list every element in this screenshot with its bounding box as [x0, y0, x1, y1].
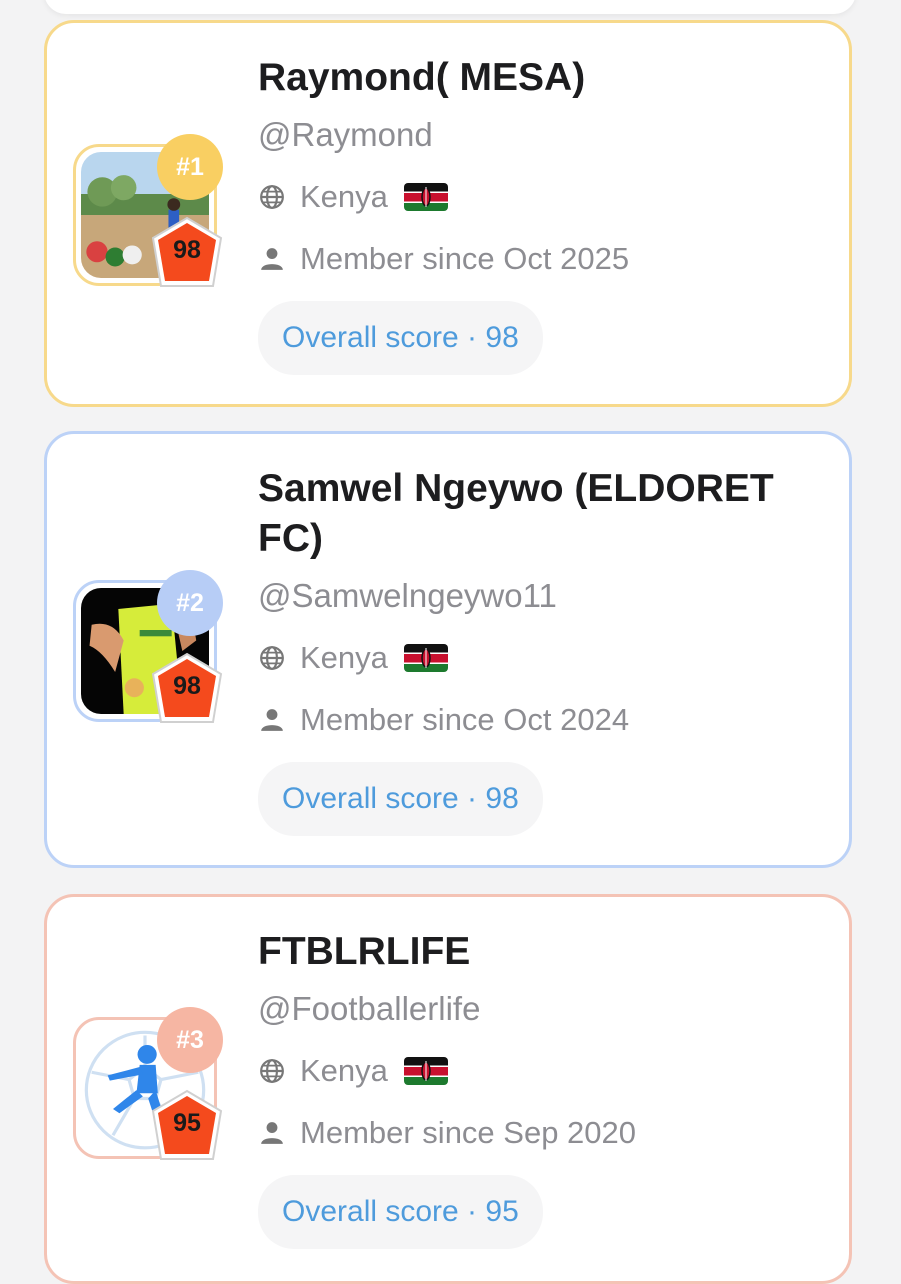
- country-label: Kenya: [300, 179, 388, 214]
- member-since: Member since Sep 2020: [300, 1115, 637, 1150]
- score-badge-value: 95: [173, 1109, 201, 1137]
- player-avatar-group[interactable]: #3 95: [73, 1007, 223, 1163]
- player-info: Samwel Ngeywo (ELDORET FC) @Samwelngeywo…: [258, 464, 829, 836]
- player-avatar-group[interactable]: #2 98: [73, 570, 223, 726]
- player-name[interactable]: Raymond( MESA): [258, 53, 829, 103]
- leaderboard-card-3[interactable]: #3 95 FTBLRLIFE @Footballerlife Kenya Me…: [44, 894, 852, 1284]
- overall-score-pill[interactable]: Overall score · 98: [258, 301, 543, 375]
- score-badge-value: 98: [173, 236, 201, 264]
- member-row: Member since Oct 2025: [258, 235, 829, 283]
- player-name[interactable]: FTBLRLIFE: [258, 927, 829, 977]
- member-since: Member since Oct 2025: [300, 241, 630, 276]
- member-row: Member since Sep 2020: [258, 1109, 829, 1157]
- player-info: Raymond( MESA) @Raymond Kenya Member sin…: [258, 53, 829, 375]
- player-avatar-group[interactable]: #1 98: [73, 134, 223, 290]
- globe-icon: [258, 183, 286, 211]
- person-icon: [258, 245, 286, 273]
- country-label: Kenya: [300, 640, 388, 675]
- rank-badge: #3: [157, 1007, 223, 1073]
- country-row: Kenya: [258, 1047, 829, 1095]
- player-handle[interactable]: @Samwelngeywo11: [258, 572, 829, 620]
- member-row: Member since Oct 2024: [258, 696, 829, 744]
- player-name[interactable]: Samwel Ngeywo (ELDORET FC): [258, 464, 829, 564]
- player-handle[interactable]: @Footballerlife: [258, 985, 829, 1033]
- player-handle[interactable]: @Raymond: [258, 111, 829, 159]
- country-row: Kenya: [258, 634, 829, 682]
- rank-badge: #2: [157, 570, 223, 636]
- globe-icon: [258, 1057, 286, 1085]
- previous-card-edge: [44, 0, 856, 14]
- player-info: FTBLRLIFE @Footballerlife Kenya Member s…: [258, 927, 829, 1249]
- rank-badge: #1: [157, 134, 223, 200]
- leaderboard-card-2[interactable]: #2 98 Samwel Ngeywo (ELDORET FC) @Samwel…: [44, 431, 852, 868]
- person-icon: [258, 1119, 286, 1147]
- score-shield-icon: 98: [147, 214, 227, 294]
- kenya-flag-icon: [403, 644, 448, 672]
- overall-score-pill[interactable]: Overall score · 98: [258, 762, 543, 836]
- member-since: Member since Oct 2024: [300, 702, 630, 737]
- score-shield-icon: 95: [147, 1087, 227, 1167]
- person-icon: [258, 706, 286, 734]
- country-row: Kenya: [258, 173, 829, 221]
- kenya-flag-icon: [403, 1057, 448, 1085]
- country-label: Kenya: [300, 1053, 388, 1088]
- leaderboard-card-1[interactable]: #1 98 Raymond( MESA) @Raymond Kenya Memb…: [44, 20, 852, 407]
- score-badge-value: 98: [173, 672, 201, 700]
- overall-score-pill[interactable]: Overall score · 95: [258, 1175, 543, 1249]
- globe-icon: [258, 644, 286, 672]
- kenya-flag-icon: [403, 183, 448, 211]
- score-shield-icon: 98: [147, 650, 227, 730]
